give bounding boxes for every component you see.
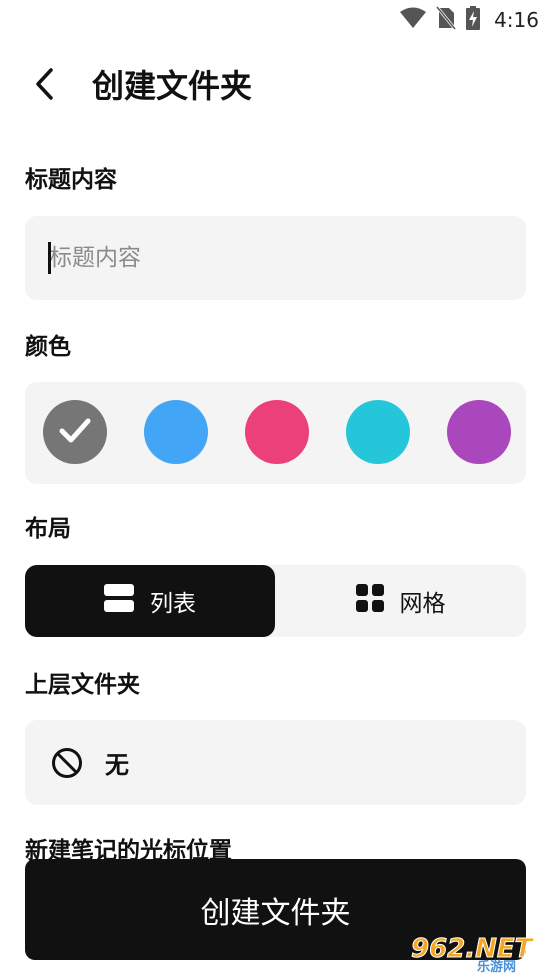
title-section-label: 标题内容 — [25, 167, 117, 193]
layout-toggle: 列表 网格 — [25, 565, 526, 637]
parent-folder-value: 无 — [105, 751, 129, 779]
wifi-icon — [400, 7, 427, 33]
watermark-subtext: 乐游网 — [477, 959, 516, 973]
checkmark-icon — [55, 410, 95, 454]
color-swatch-pink[interactable] — [245, 400, 309, 464]
page-title: 创建文件夹 — [92, 67, 253, 105]
color-section-label: 颜色 — [25, 334, 71, 360]
color-swatch-gray[interactable] — [43, 400, 107, 464]
app-bar: 创建文件夹 — [0, 56, 551, 116]
layout-option-label: 网格 — [399, 591, 446, 617]
watermark-text: 962.NET — [411, 934, 535, 964]
text-cursor — [48, 242, 51, 274]
chevron-left-icon — [33, 67, 55, 105]
back-button[interactable] — [22, 64, 66, 108]
color-swatch-blue[interactable] — [144, 400, 208, 464]
color-picker — [25, 382, 526, 484]
layout-section-label: 布局 — [25, 516, 71, 542]
color-swatch-cyan[interactable] — [346, 400, 410, 464]
layout-option-label: 列表 — [150, 591, 196, 617]
list-icon — [104, 584, 134, 618]
block-icon — [51, 747, 83, 779]
parent-folder-selector[interactable]: 无 — [25, 720, 526, 805]
battery-charging-icon — [466, 6, 481, 34]
no-sim-icon — [435, 6, 457, 34]
watermark-logo: 962.NET 乐游网 — [407, 931, 545, 976]
layout-option-grid[interactable]: 网格 — [275, 565, 526, 637]
color-swatch-purple[interactable] — [447, 400, 511, 464]
status-bar: 4:16 — [0, 0, 551, 36]
title-input[interactable] — [25, 216, 526, 300]
grid-icon — [355, 584, 384, 618]
parent-folder-section-label: 上层文件夹 — [25, 672, 140, 698]
status-time: 4:16 — [494, 8, 539, 32]
status-icons: 4:16 — [400, 6, 539, 34]
layout-option-list[interactable]: 列表 — [25, 565, 275, 637]
